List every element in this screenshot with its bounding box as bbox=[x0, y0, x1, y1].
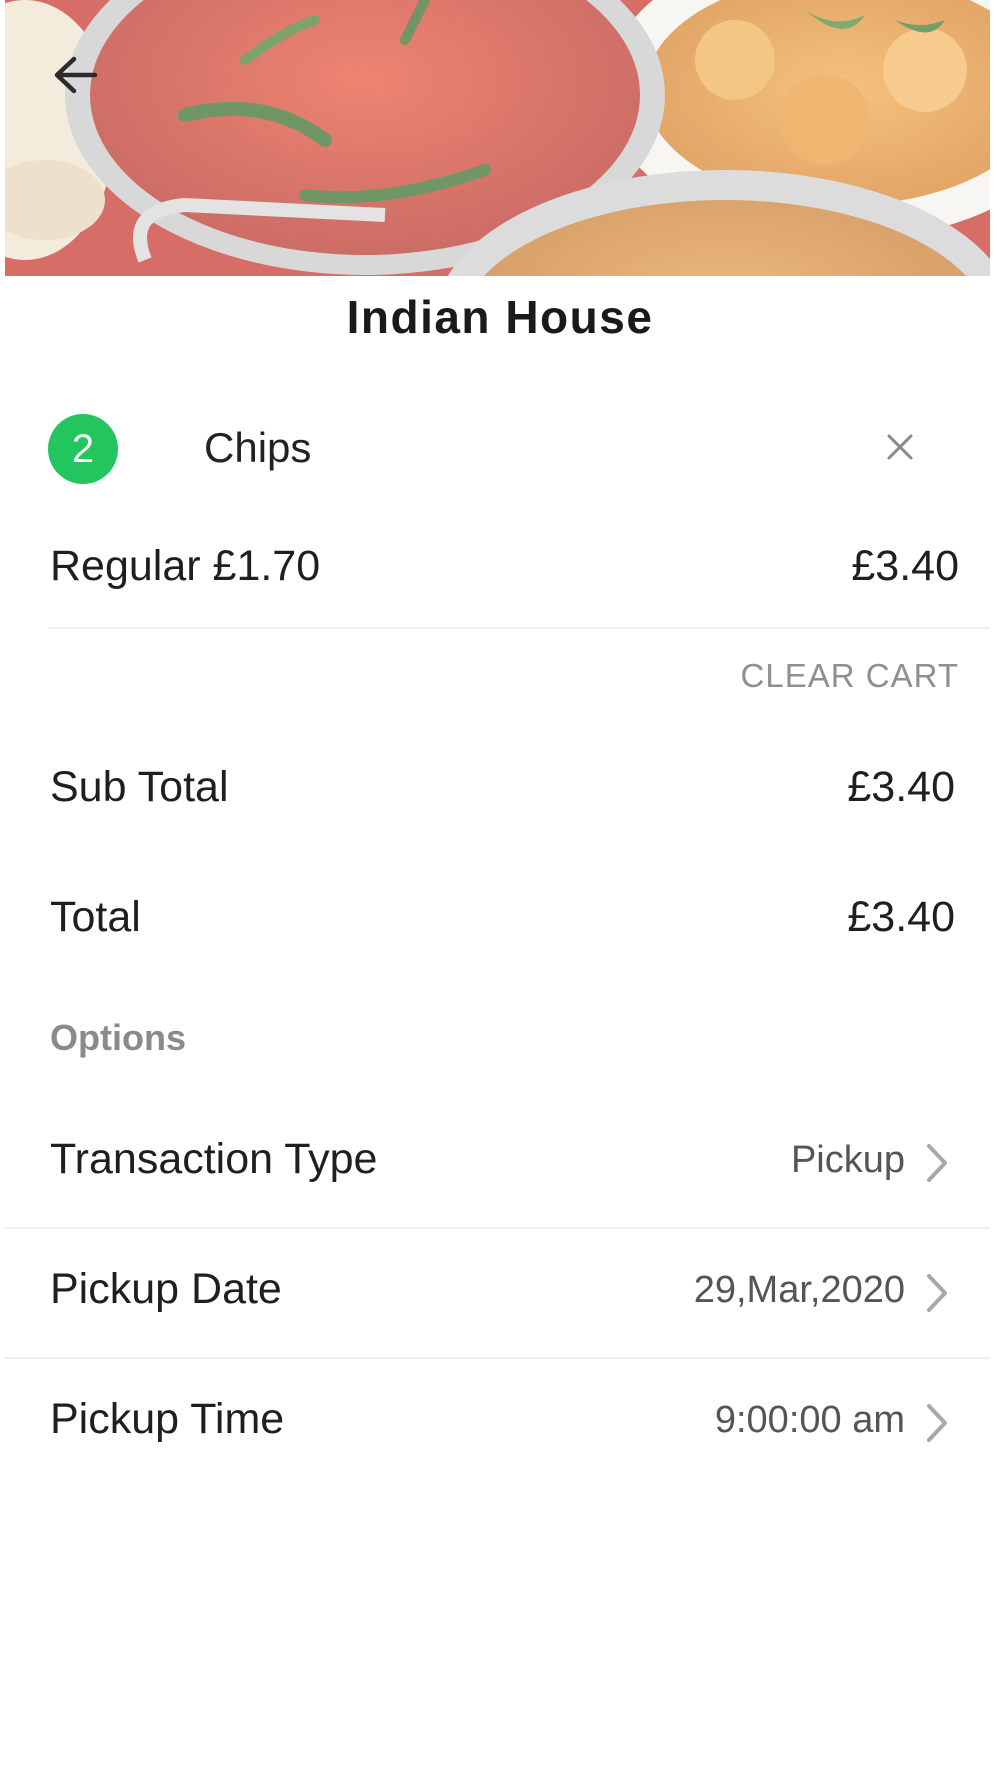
back-button[interactable] bbox=[45, 45, 105, 105]
transaction-type-row[interactable]: Transaction Type Pickup bbox=[5, 1099, 990, 1227]
remove-item-button[interactable] bbox=[880, 424, 920, 470]
subtotal-value: £3.40 bbox=[847, 763, 955, 811]
transaction-type-value: Pickup bbox=[790, 1139, 905, 1181]
quantity-badge: 2 bbox=[48, 414, 118, 484]
restaurant-hero-image bbox=[5, 0, 990, 276]
pickup-time-label: Pickup Time bbox=[50, 1395, 285, 1443]
pickup-time-value: 9:00:00 am bbox=[714, 1399, 905, 1441]
clear-cart-button[interactable]: CLEAR CART bbox=[741, 657, 959, 695]
close-icon bbox=[887, 434, 913, 460]
chevron-right-icon bbox=[927, 1274, 947, 1312]
cart-item-line-total: £3.40 bbox=[851, 542, 959, 590]
pickup-date-label: Pickup Date bbox=[50, 1265, 282, 1313]
subtotal-label: Sub Total bbox=[50, 763, 229, 811]
total-label: Total bbox=[50, 893, 141, 941]
pickup-time-row[interactable]: Pickup Time 9:00:00 am bbox=[5, 1359, 990, 1487]
options-heading: Options bbox=[50, 1017, 186, 1058]
pickup-date-value: 29,Mar,2020 bbox=[693, 1269, 905, 1311]
cart-item-name: Chips bbox=[204, 424, 312, 471]
transaction-type-label: Transaction Type bbox=[50, 1135, 378, 1183]
cart-item-variant-price: Regular £1.70 bbox=[50, 542, 321, 590]
restaurant-name: Indian House bbox=[346, 291, 654, 343]
divider bbox=[48, 627, 990, 629]
chevron-right-icon bbox=[927, 1144, 947, 1182]
pickup-date-row[interactable]: Pickup Date 29,Mar,2020 bbox=[5, 1229, 990, 1357]
total-value: £3.40 bbox=[847, 893, 955, 941]
chevron-right-icon bbox=[927, 1404, 947, 1442]
arrow-left-icon bbox=[54, 56, 98, 94]
